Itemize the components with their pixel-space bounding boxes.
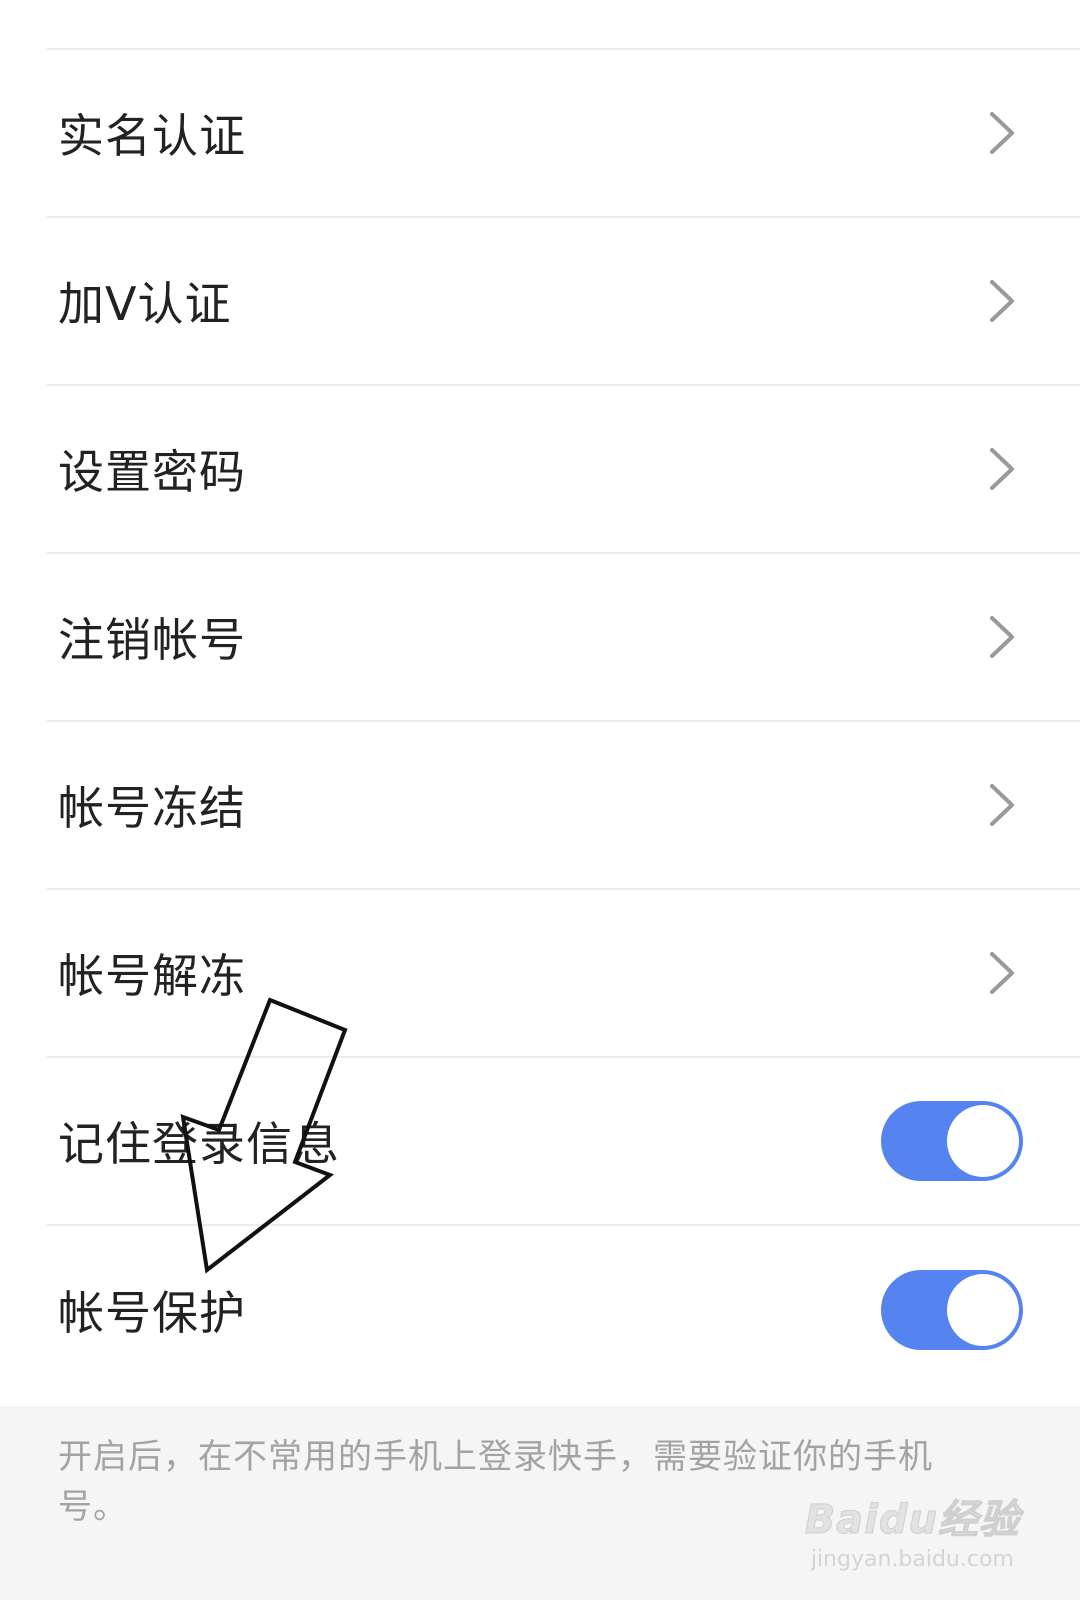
settings-item-account-protection: 帐号保护 [47, 1226, 1080, 1394]
settings-item-label: 实名认证 [58, 109, 246, 163]
chevron-right-icon [990, 784, 1014, 826]
footer-section: 开启后，在不常用的手机上登录快手，需要验证你的手机号。 Baidu经验 jing… [0, 1406, 1080, 1600]
toggle-knob [947, 1274, 1019, 1346]
chevron-right-icon [990, 112, 1014, 154]
toggle-knob [947, 1105, 1019, 1177]
chevron-right-icon [990, 280, 1014, 322]
settings-item-label: 设置密码 [58, 445, 246, 499]
watermark: Baidu经验 jingyan.baidu.com [804, 1487, 1020, 1573]
settings-item-set-password[interactable]: 设置密码 [47, 386, 1080, 554]
settings-list: 实名认证 加V认证 设置密码 注销帐号 帐号冻结 帐号解冻 记住登录信息 帐号保… [0, 50, 1080, 1394]
watermark-url: jingyan.baidu.com [810, 1547, 1014, 1572]
chevron-right-icon [990, 616, 1014, 658]
settings-item-label: 注销帐号 [58, 613, 246, 667]
account-protection-toggle[interactable] [881, 1270, 1023, 1350]
settings-item-freeze-account[interactable]: 帐号冻结 [47, 722, 1080, 890]
settings-item-label: 帐号保护 [58, 1286, 246, 1340]
settings-item-remember-login: 记住登录信息 [47, 1058, 1080, 1226]
settings-item-label: 帐号解冻 [58, 949, 246, 1003]
settings-item-label: 加V认证 [58, 277, 232, 331]
settings-item-label: 帐号冻结 [58, 781, 246, 835]
chevron-right-icon [990, 952, 1014, 994]
settings-item-v-verification[interactable]: 加V认证 [47, 218, 1080, 386]
settings-item-real-name-verification[interactable]: 实名认证 [47, 50, 1080, 218]
settings-item-unfreeze-account[interactable]: 帐号解冻 [47, 890, 1080, 1058]
settings-screen: 实名认证 加V认证 设置密码 注销帐号 帐号冻结 帐号解冻 记住登录信息 帐号保… [0, 0, 1080, 1600]
remember-login-toggle[interactable] [881, 1101, 1023, 1181]
settings-item-cancel-account[interactable]: 注销帐号 [47, 554, 1080, 722]
chevron-right-icon [990, 448, 1014, 490]
settings-item-label: 记住登录信息 [58, 1117, 340, 1171]
watermark-logo: Baidu经验 [804, 1497, 1020, 1544]
